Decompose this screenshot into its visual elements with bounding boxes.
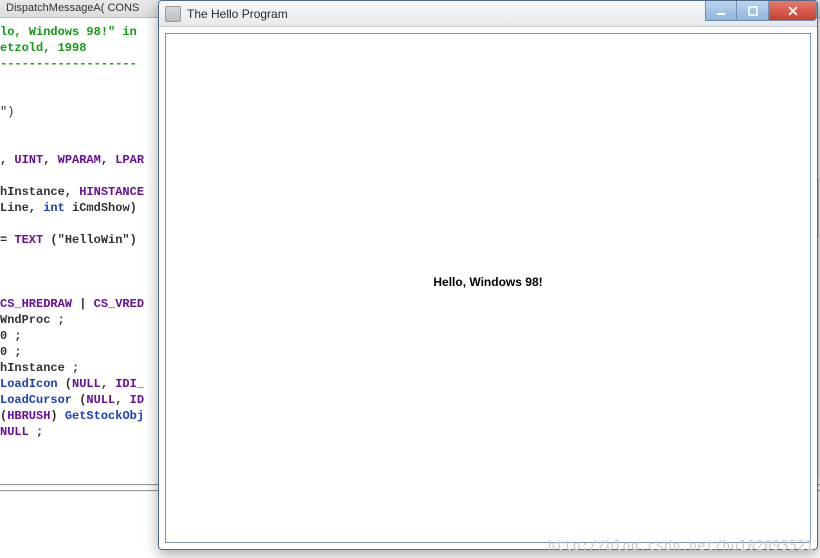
window-titlebar[interactable]: The Hello Program bbox=[159, 1, 817, 27]
code-line: etzold, 1998 bbox=[0, 40, 160, 56]
code-line: 0 ; bbox=[0, 344, 160, 360]
code-line bbox=[0, 136, 160, 152]
code-line: = TEXT ("HelloWin") bbox=[0, 232, 160, 248]
code-line: ------------------- bbox=[0, 56, 160, 72]
window-caption-buttons bbox=[705, 1, 817, 21]
code-line bbox=[0, 88, 160, 104]
code-line: lo, Windows 98!" in bbox=[0, 24, 160, 40]
app-icon bbox=[165, 6, 181, 22]
code-line: , UINT, WPARAM, LPAR bbox=[0, 152, 160, 168]
code-line bbox=[0, 264, 160, 280]
code-line: Line, int iCmdShow) bbox=[0, 200, 160, 216]
hello-text: Hello, Windows 98! bbox=[433, 275, 542, 289]
window-title: The Hello Program bbox=[187, 7, 288, 21]
minimize-icon bbox=[716, 6, 726, 16]
close-icon bbox=[787, 6, 799, 16]
code-line bbox=[0, 168, 160, 184]
minimize-button[interactable] bbox=[705, 1, 737, 21]
maximize-icon bbox=[748, 6, 758, 16]
code-line: 0 ; bbox=[0, 328, 160, 344]
code-line: NULL ; bbox=[0, 424, 160, 440]
code-line: ") bbox=[0, 104, 160, 120]
code-line bbox=[0, 216, 160, 232]
code-line: WndProc ; bbox=[0, 312, 160, 328]
code-line: (HBRUSH) GetStockObj bbox=[0, 408, 160, 424]
code-line: CS_HREDRAW | CS_VRED bbox=[0, 296, 160, 312]
close-button[interactable] bbox=[769, 1, 817, 21]
code-line bbox=[0, 248, 160, 264]
code-line bbox=[0, 280, 160, 296]
maximize-button[interactable] bbox=[737, 1, 769, 21]
code-line bbox=[0, 72, 160, 88]
editor-tooltip-text: DispatchMessageA( CONS bbox=[6, 2, 139, 14]
hello-program-window: The Hello Program Hello, Windows 98! bbox=[158, 0, 818, 550]
code-line bbox=[0, 120, 160, 136]
code-line: LoadCursor (NULL, ID bbox=[0, 392, 160, 408]
editor-code-viewport[interactable]: lo, Windows 98!" inetzold, 1998---------… bbox=[0, 24, 160, 440]
code-line: hInstance, HINSTANCE bbox=[0, 184, 160, 200]
code-line: hInstance ; bbox=[0, 360, 160, 376]
window-client-area: Hello, Windows 98! bbox=[165, 33, 811, 543]
code-line: LoadIcon (NULL, IDI_ bbox=[0, 376, 160, 392]
